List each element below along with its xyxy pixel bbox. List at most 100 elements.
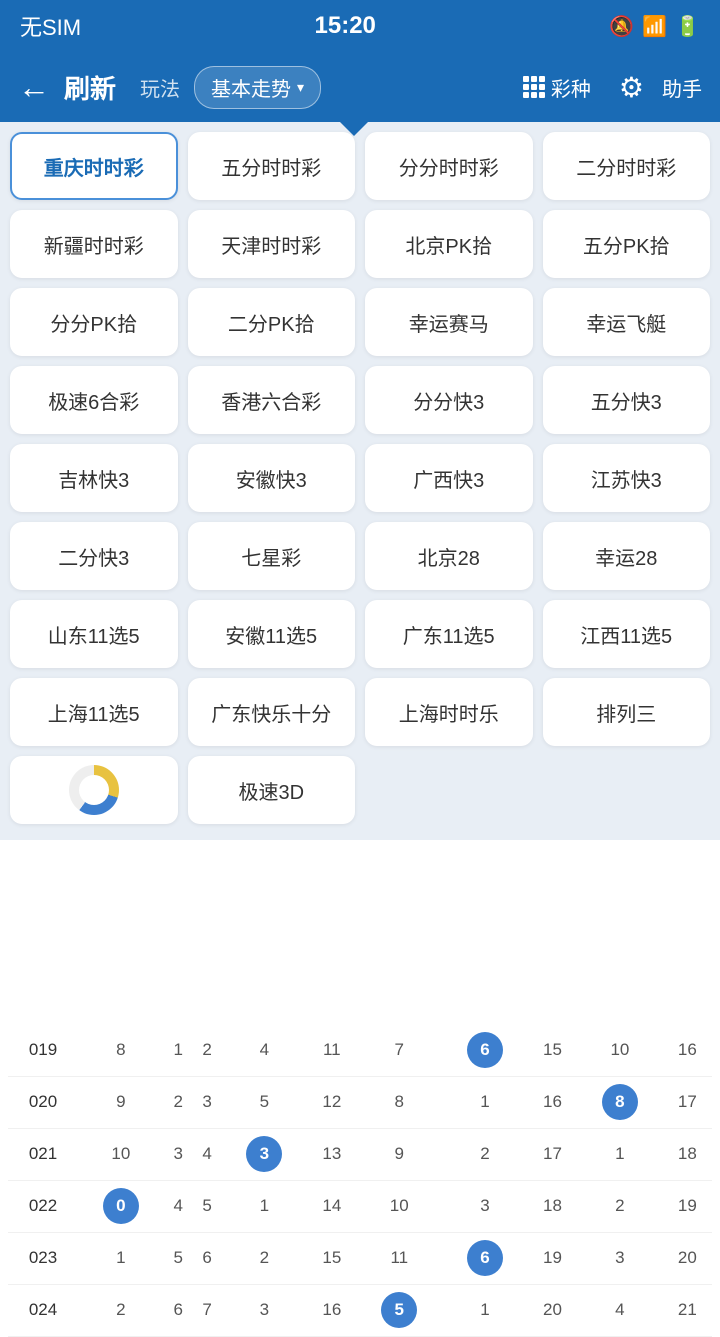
lottery-item-2k3[interactable]: 二分快3 — [10, 522, 178, 590]
row-id: 022 — [8, 1180, 78, 1232]
lottery-overlay: 重庆时时彩 五分时时彩 分分时时彩二分时时彩新疆时时彩天津时时彩 北京PK拾 五分PK拾… — [0, 122, 720, 840]
lottery-item-ah11[interactable]: 安徽11选5 — [188, 600, 356, 668]
lottery-item-cq[interactable]: 重庆时时彩 — [10, 132, 178, 200]
chevron-down-icon: ▾ — [297, 79, 304, 96]
table-cell: 11 — [356, 1232, 442, 1284]
lottery-item-xy28[interactable]: 幸运28 — [543, 522, 711, 590]
table-cell: 3 — [442, 1180, 528, 1232]
lottery-item-js6[interactable]: 极速6合彩 — [10, 366, 178, 434]
lottery-item-sh11[interactable]: 上海11选5 — [10, 678, 178, 746]
table-row: 02204511410318219 — [8, 1180, 712, 1232]
play-label: 玩法 — [140, 73, 180, 102]
lottery-item-ffk3[interactable]: 分分快3 — [365, 366, 533, 434]
lottery-item-label: 上海11选5 — [48, 698, 140, 727]
lottery-item-label: 二分快3 — [58, 542, 129, 571]
table-cell: 6 — [442, 1232, 528, 1284]
table-cell: 20 — [528, 1284, 577, 1336]
lottery-item-5pk[interactable]: 五分PK拾 — [543, 210, 711, 278]
table-cell: 1 — [78, 1232, 164, 1284]
status-bar: 无SIM 15:20 🔕 📶 🔋 — [0, 0, 720, 52]
table-cell: 1 — [164, 1024, 193, 1076]
lottery-item-5min[interactable]: 五分时时彩 — [188, 132, 356, 200]
table-cell: 14 — [307, 1180, 356, 1232]
lottery-item-plsn[interactable]: 排列三 — [543, 678, 711, 746]
table-cell: 2 — [78, 1284, 164, 1336]
table-cell: 8 — [356, 1076, 442, 1128]
highlighted-cell: 3 — [246, 1136, 282, 1172]
table-cell: 9 — [356, 1128, 442, 1180]
table-cell: 6 — [164, 1284, 193, 1336]
lottery-item-js3d[interactable]: 极速3D — [188, 756, 356, 824]
lottery-item-gd11[interactable]: 广东11选5 — [365, 600, 533, 668]
lottery-item-label: 幸运赛马 — [409, 308, 489, 337]
table-cell: 6 — [193, 1232, 222, 1284]
row-id: 019 — [8, 1024, 78, 1076]
lottery-item-label: 分分快3 — [413, 386, 484, 415]
table-cell: 16 — [307, 1284, 356, 1336]
table-cell: 19 — [663, 1180, 712, 1232]
lottery-item-jx11[interactable]: 江西11选5 — [543, 600, 711, 668]
table-cell: 10 — [78, 1128, 164, 1180]
table-cell: 9 — [78, 1076, 164, 1128]
lottery-item-qxc[interactable]: 七星彩 — [188, 522, 356, 590]
lottery-item-ffpk[interactable]: 分分PK拾 — [10, 288, 178, 356]
lottery-item-label: 二分PK拾 — [228, 308, 315, 337]
lottery-item-ff[interactable]: 分分时时彩 — [365, 132, 533, 200]
lottery-type-button[interactable]: 彩种 — [523, 73, 591, 102]
table-cell: 4 — [577, 1284, 663, 1336]
table-cell: 1 — [442, 1284, 528, 1336]
trend-dropdown[interactable]: 基本走势 ▾ — [194, 66, 321, 109]
table-cell: 18 — [663, 1128, 712, 1180]
lottery-item-jsk3[interactable]: 江苏快3 — [543, 444, 711, 512]
lottery-item-label: 江苏快3 — [591, 464, 662, 493]
lottery-item-2pk[interactable]: 二分PK拾 — [188, 288, 356, 356]
table-cell: 3 — [164, 1128, 193, 1180]
table-cell: 6 — [442, 1024, 528, 1076]
back-button[interactable]: ← — [18, 69, 50, 106]
table-cell: 2 — [442, 1128, 528, 1180]
table-cell: 2 — [222, 1232, 308, 1284]
table-cell: 21 — [663, 1284, 712, 1336]
lottery-item-jlk3[interactable]: 吉林快3 — [10, 444, 178, 512]
wifi-icon: 📶 — [642, 14, 667, 39]
table-cell: 19 — [528, 1232, 577, 1284]
table-cell: 17 — [528, 1128, 577, 1180]
lottery-item-label: 广东11选5 — [403, 620, 495, 649]
lottery-item-ahk3[interactable]: 安徽快3 — [188, 444, 356, 512]
lottery-item-fc3d[interactable] — [10, 756, 178, 824]
dropdown-label: 基本走势 — [211, 73, 291, 102]
table-row: 01981241176151016 — [8, 1024, 712, 1076]
battery-icon: 🔋 — [675, 14, 700, 39]
table-cell: 3 — [193, 1076, 222, 1128]
lottery-item-tj[interactable]: 天津时时彩 — [188, 210, 356, 278]
table-cell: 20 — [663, 1232, 712, 1284]
refresh-button[interactable]: 刷新 — [64, 69, 116, 106]
lottery-item-label: 五分时时彩 — [221, 152, 321, 181]
table-cell: 18 — [528, 1180, 577, 1232]
lottery-item-2min[interactable]: 二分时时彩 — [543, 132, 711, 200]
gear-icon: ⚙ — [619, 71, 644, 104]
lottery-item-label: 上海时时乐 — [399, 698, 499, 727]
lottery-item-xj[interactable]: 新疆时时彩 — [10, 210, 178, 278]
table-cell: 10 — [356, 1180, 442, 1232]
lottery-item-bj28[interactable]: 北京28 — [365, 522, 533, 590]
table-cell: 1 — [222, 1180, 308, 1232]
table-cell: 11 — [307, 1024, 356, 1076]
lottery-item-hk6[interactable]: 香港六合彩 — [188, 366, 356, 434]
table-row: 02110343139217118 — [8, 1128, 712, 1180]
lottery-item-gdkl[interactable]: 广东快乐十分 — [188, 678, 356, 746]
lottery-item-shsl[interactable]: 上海时时乐 — [365, 678, 533, 746]
table-cell: 5 — [356, 1284, 442, 1336]
table-cell: 10 — [577, 1024, 663, 1076]
lottery-item-xyfj[interactable]: 幸运飞艇 — [543, 288, 711, 356]
lottery-item-xysm[interactable]: 幸运赛马 — [365, 288, 533, 356]
nav-bar: ← 刷新 玩法 基本走势 ▾ 彩种 ⚙ 助手 — [0, 52, 720, 122]
dropdown-indicator — [340, 122, 368, 136]
lottery-item-sd11[interactable]: 山东11选5 — [10, 600, 178, 668]
lottery-item-label: 幸运飞艇 — [586, 308, 666, 337]
lottery-item-label: 北京PK拾 — [405, 230, 492, 259]
lottery-item-bjpk[interactable]: 北京PK拾 — [365, 210, 533, 278]
lottery-item-gxk3[interactable]: 广西快3 — [365, 444, 533, 512]
lottery-item-5k3[interactable]: 五分快3 — [543, 366, 711, 434]
lottery-item-label: 排列三 — [596, 698, 656, 727]
